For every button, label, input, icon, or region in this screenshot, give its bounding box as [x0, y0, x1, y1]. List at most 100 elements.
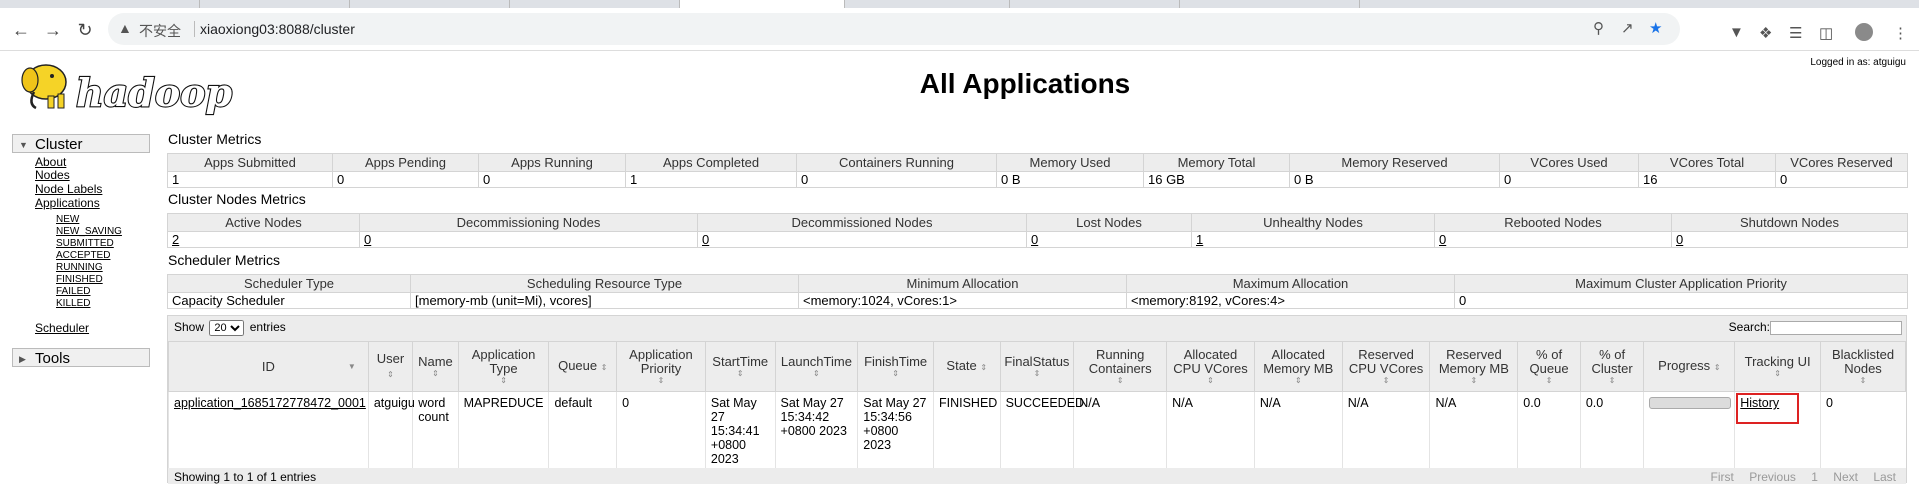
cell-priority: 0: [616, 391, 706, 470]
history-link[interactable]: History: [1740, 396, 1779, 410]
share-icon[interactable]: ↗: [1621, 19, 1634, 37]
scheduler-link[interactable]: Scheduler: [35, 321, 89, 335]
back-arrow-icon[interactable]: ←: [8, 17, 34, 43]
pager-first-button[interactable]: First: [1711, 470, 1734, 484]
browser-tab[interactable]: [845, 0, 1010, 8]
column-header-tracking-ui[interactable]: Tracking UI ⇕: [1734, 341, 1822, 392]
browser-tab[interactable]: [200, 0, 350, 8]
browser-tab[interactable]: [510, 0, 680, 8]
metric-header: VCores Total: [1638, 153, 1776, 172]
unhealthy-nodes-link[interactable]: 1: [1196, 232, 1203, 247]
sort-icon: ⇕: [1207, 376, 1214, 385]
column-header-label: FinalStatus: [1004, 354, 1070, 369]
column-header-starttime[interactable]: StartTime ⇕: [704, 341, 776, 392]
media-list-icon[interactable]: ☰: [1789, 24, 1802, 42]
bookmark-star-icon[interactable]: ★: [1649, 19, 1662, 37]
column-header-state[interactable]: State ⇕: [932, 341, 1001, 392]
metric-header: Memory Reserved: [1289, 153, 1500, 172]
cell-allocated-memory-mb: N/A: [1253, 391, 1343, 470]
browser-tab[interactable]: [1180, 0, 1360, 8]
zoom-icon[interactable]: ⚲: [1593, 19, 1604, 37]
rebooted-nodes-link[interactable]: 0: [1439, 232, 1446, 247]
extension-v-icon[interactable]: ▼: [1729, 24, 1744, 41]
app-state-new-link[interactable]: NEW: [56, 214, 79, 225]
metric-value: 16 GB: [1143, 171, 1290, 188]
application-id-link[interactable]: application_1685172778472_0001: [174, 396, 366, 410]
lost-nodes-link[interactable]: 0: [1031, 232, 1038, 247]
collapsed-triangle-icon: ▶: [19, 354, 26, 364]
active-nodes-link[interactable]: 2: [172, 232, 179, 247]
browser-tab-active[interactable]: [680, 0, 845, 8]
column-header-launchtime[interactable]: LaunchTime ⇕: [774, 341, 859, 392]
profile-avatar-icon[interactable]: [1855, 23, 1873, 41]
column-header-allocated-memory-mb[interactable]: Allocated Memory MB ⇕: [1253, 341, 1343, 392]
page-size-select[interactable]: 20: [209, 320, 245, 336]
column-header-pct-cluster[interactable]: % of Cluster ⇕: [1579, 341, 1645, 392]
app-state-finished-link[interactable]: FINISHED: [56, 274, 103, 285]
browser-tab[interactable]: [350, 0, 510, 8]
decommissioned-nodes-link[interactable]: 0: [702, 232, 709, 247]
metric-value: 0 B: [1289, 171, 1500, 188]
scheduler-value: [memory-mb (unit=Mi), vcores]: [410, 292, 799, 309]
column-header-user[interactable]: User ⇕: [367, 341, 414, 392]
address-bar[interactable]: ▲ 不安全 xiaoxiong03:8088/cluster ⚲ ↗ ★: [108, 13, 1680, 45]
reload-icon[interactable]: ↻: [72, 17, 98, 43]
column-header-application-type[interactable]: Application Type ⇕: [457, 341, 550, 392]
column-header-pct-queue[interactable]: % of Queue ⇕: [1517, 341, 1581, 392]
column-header-queue[interactable]: Queue ⇕: [548, 341, 618, 392]
sort-icon: ⇕: [1608, 376, 1616, 385]
column-header-progress[interactable]: Progress ⇕: [1643, 341, 1736, 392]
side-panel-icon[interactable]: ◫: [1819, 24, 1833, 42]
tools-menu-header[interactable]: ▶ Tools: [12, 348, 150, 367]
column-header-reserved-memory-mb[interactable]: Reserved Memory MB ⇕: [1429, 341, 1519, 392]
expanded-triangle-icon: ▼: [19, 140, 28, 150]
column-header-application-priority[interactable]: Application Priority ⇕: [616, 341, 706, 392]
node-labels-link[interactable]: Node Labels: [35, 182, 102, 196]
pager-previous-button[interactable]: Previous: [1749, 470, 1796, 484]
column-header-finishtime[interactable]: FinishTime ⇕: [857, 341, 934, 392]
menu-kebab-icon[interactable]: ⋮: [1893, 24, 1908, 42]
sort-icon: ⇕: [387, 369, 394, 379]
app-state-running-link[interactable]: RUNNING: [56, 262, 103, 273]
column-header-reserved-cpu-vcores[interactable]: Reserved CPU VCores ⇕: [1341, 341, 1431, 392]
sort-icon: ⇕: [657, 376, 665, 385]
node-metric-header: Unhealthy Nodes: [1191, 213, 1435, 232]
column-header-label: Running Containers: [1088, 347, 1152, 376]
puzzle-icon[interactable]: ❖: [1759, 24, 1772, 42]
pager-last-button[interactable]: Last: [1873, 470, 1896, 484]
cell-launchtime: Sat May 27 15:34:42 +0800 2023: [774, 391, 858, 470]
column-header-running-containers[interactable]: Running Containers ⇕: [1073, 341, 1168, 392]
app-state-new-saving-link[interactable]: NEW_SAVING: [56, 226, 122, 237]
progress-bar: [1649, 397, 1732, 409]
url-text[interactable]: xiaoxiong03:8088/cluster: [200, 21, 355, 37]
pager-page-1-button[interactable]: 1: [1811, 470, 1818, 484]
column-header-id[interactable]: ID ▼: [168, 341, 369, 392]
cluster-menu-header[interactable]: ▼ Cluster: [12, 134, 150, 153]
app-state-accepted-link[interactable]: ACCEPTED: [56, 250, 110, 261]
app-state-killed-link[interactable]: KILLED: [56, 298, 90, 309]
search-input[interactable]: [1770, 320, 1902, 335]
app-state-failed-link[interactable]: FAILED: [56, 286, 90, 297]
browser-tab[interactable]: [0, 0, 200, 8]
metric-value: 16: [1638, 171, 1776, 188]
security-label[interactable]: 不安全: [139, 21, 181, 41]
column-header-blacklisted-nodes[interactable]: Blacklisted Nodes ⇕: [1820, 341, 1906, 392]
column-header-label: Application Type: [471, 347, 536, 376]
column-header-label: ID: [261, 358, 275, 374]
shutdown-nodes-link[interactable]: 0: [1676, 232, 1683, 247]
browser-tab[interactable]: [1010, 0, 1180, 8]
nodes-link[interactable]: Nodes: [35, 168, 70, 182]
scheduler-value: <memory:1024, vCores:1>: [798, 292, 1127, 309]
metric-header: Memory Total: [1143, 153, 1290, 172]
about-link[interactable]: About: [35, 155, 66, 169]
app-state-submitted-link[interactable]: SUBMITTED: [56, 238, 114, 249]
column-header-allocated-cpu-vcores[interactable]: Allocated CPU VCores ⇕: [1166, 341, 1255, 392]
forward-arrow-icon[interactable]: →: [40, 17, 66, 43]
table-row: application_1685172778472_0001 atguigu w…: [168, 391, 1906, 470]
column-header-finalstatus[interactable]: FinalStatus ⇕: [999, 341, 1075, 392]
pager-next-button[interactable]: Next: [1833, 470, 1858, 484]
decommissioning-nodes-link[interactable]: 0: [364, 232, 371, 247]
column-header-name[interactable]: Name ⇕: [412, 341, 459, 392]
scheduler-header: Maximum Cluster Application Priority: [1454, 274, 1908, 293]
applications-link[interactable]: Applications: [35, 196, 100, 210]
